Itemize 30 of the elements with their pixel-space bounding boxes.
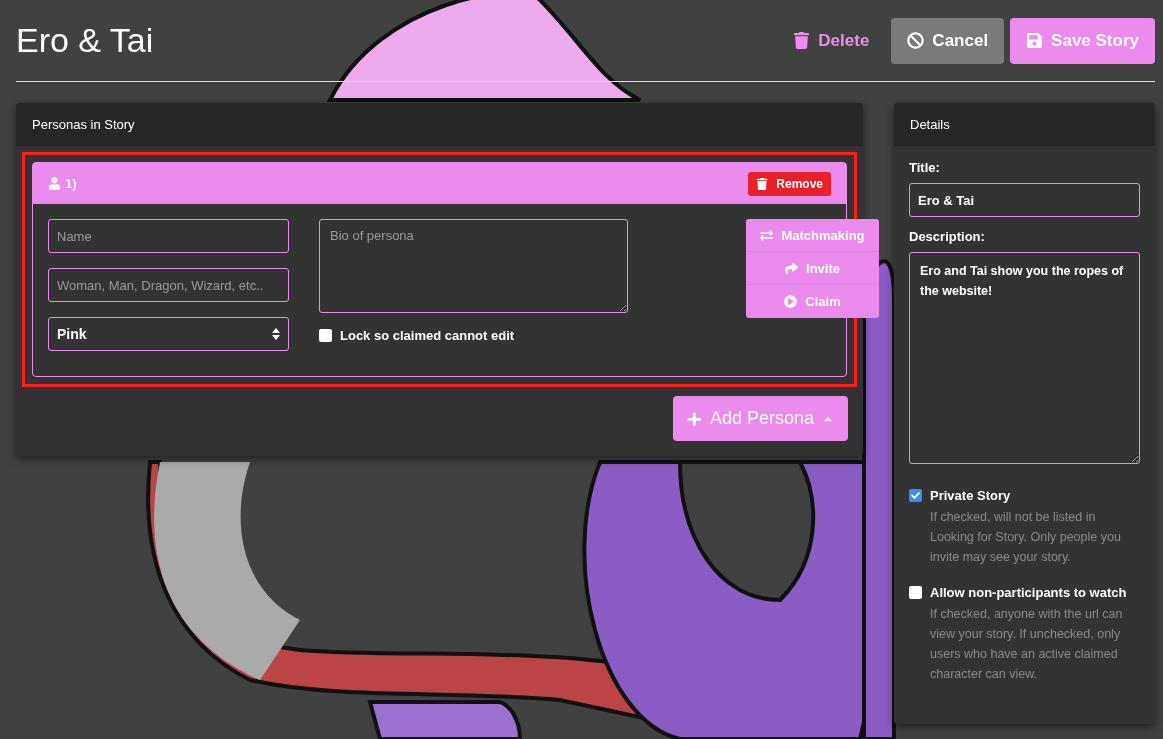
lock-checkbox-label[interactable]: Lock so claimed cannot edit (319, 328, 628, 343)
select-arrows-icon (272, 327, 280, 341)
trash-icon (756, 177, 769, 190)
field-label: Description: (909, 229, 986, 244)
field-label: Title: (909, 160, 941, 175)
checkbox[interactable] (319, 329, 332, 342)
bio-field[interactable]: Bio of persona (319, 219, 628, 313)
help-text: If checked, anyone with the url can view your story. If unchecked, only users who have an active claimed character can view. (930, 606, 1124, 683)
title-field[interactable]: Ero & Tai (909, 183, 1140, 217)
help-text: If checked, will not be listed in Looking for Story. Only people you invite may see your story. (930, 509, 1122, 566)
persona-number: 1) (48, 176, 77, 191)
panel-heading: Details (894, 103, 1155, 146)
cancel-button[interactable]: Cancel (891, 17, 1005, 64)
trash-icon (793, 32, 811, 49)
checkbox[interactable] (909, 489, 922, 502)
page-title: Ero & Tai (16, 21, 155, 60)
checkbox[interactable] (909, 586, 922, 599)
panel-heading: Personas in Story (16, 103, 863, 146)
ban-icon (907, 32, 925, 49)
name-field[interactable]: Name (48, 219, 289, 253)
color-select[interactable]: Pink (48, 317, 289, 351)
option-checkbox-label[interactable]: Private Story (909, 488, 1140, 503)
share-arrow-icon (785, 261, 798, 275)
species-field[interactable]: Woman, Man, Dragon, Wizard, etc.. (48, 268, 289, 302)
description-field[interactable]: Ero and Tai show you the ropes of the website! (909, 252, 1140, 464)
option-checkbox-label[interactable]: Allow non-participants to watch (909, 585, 1140, 600)
remove-button[interactable]: Remove (748, 171, 831, 196)
delete-link[interactable]: Delete (777, 17, 886, 64)
swap-arrows-icon (760, 228, 774, 242)
user-icon (48, 177, 61, 190)
